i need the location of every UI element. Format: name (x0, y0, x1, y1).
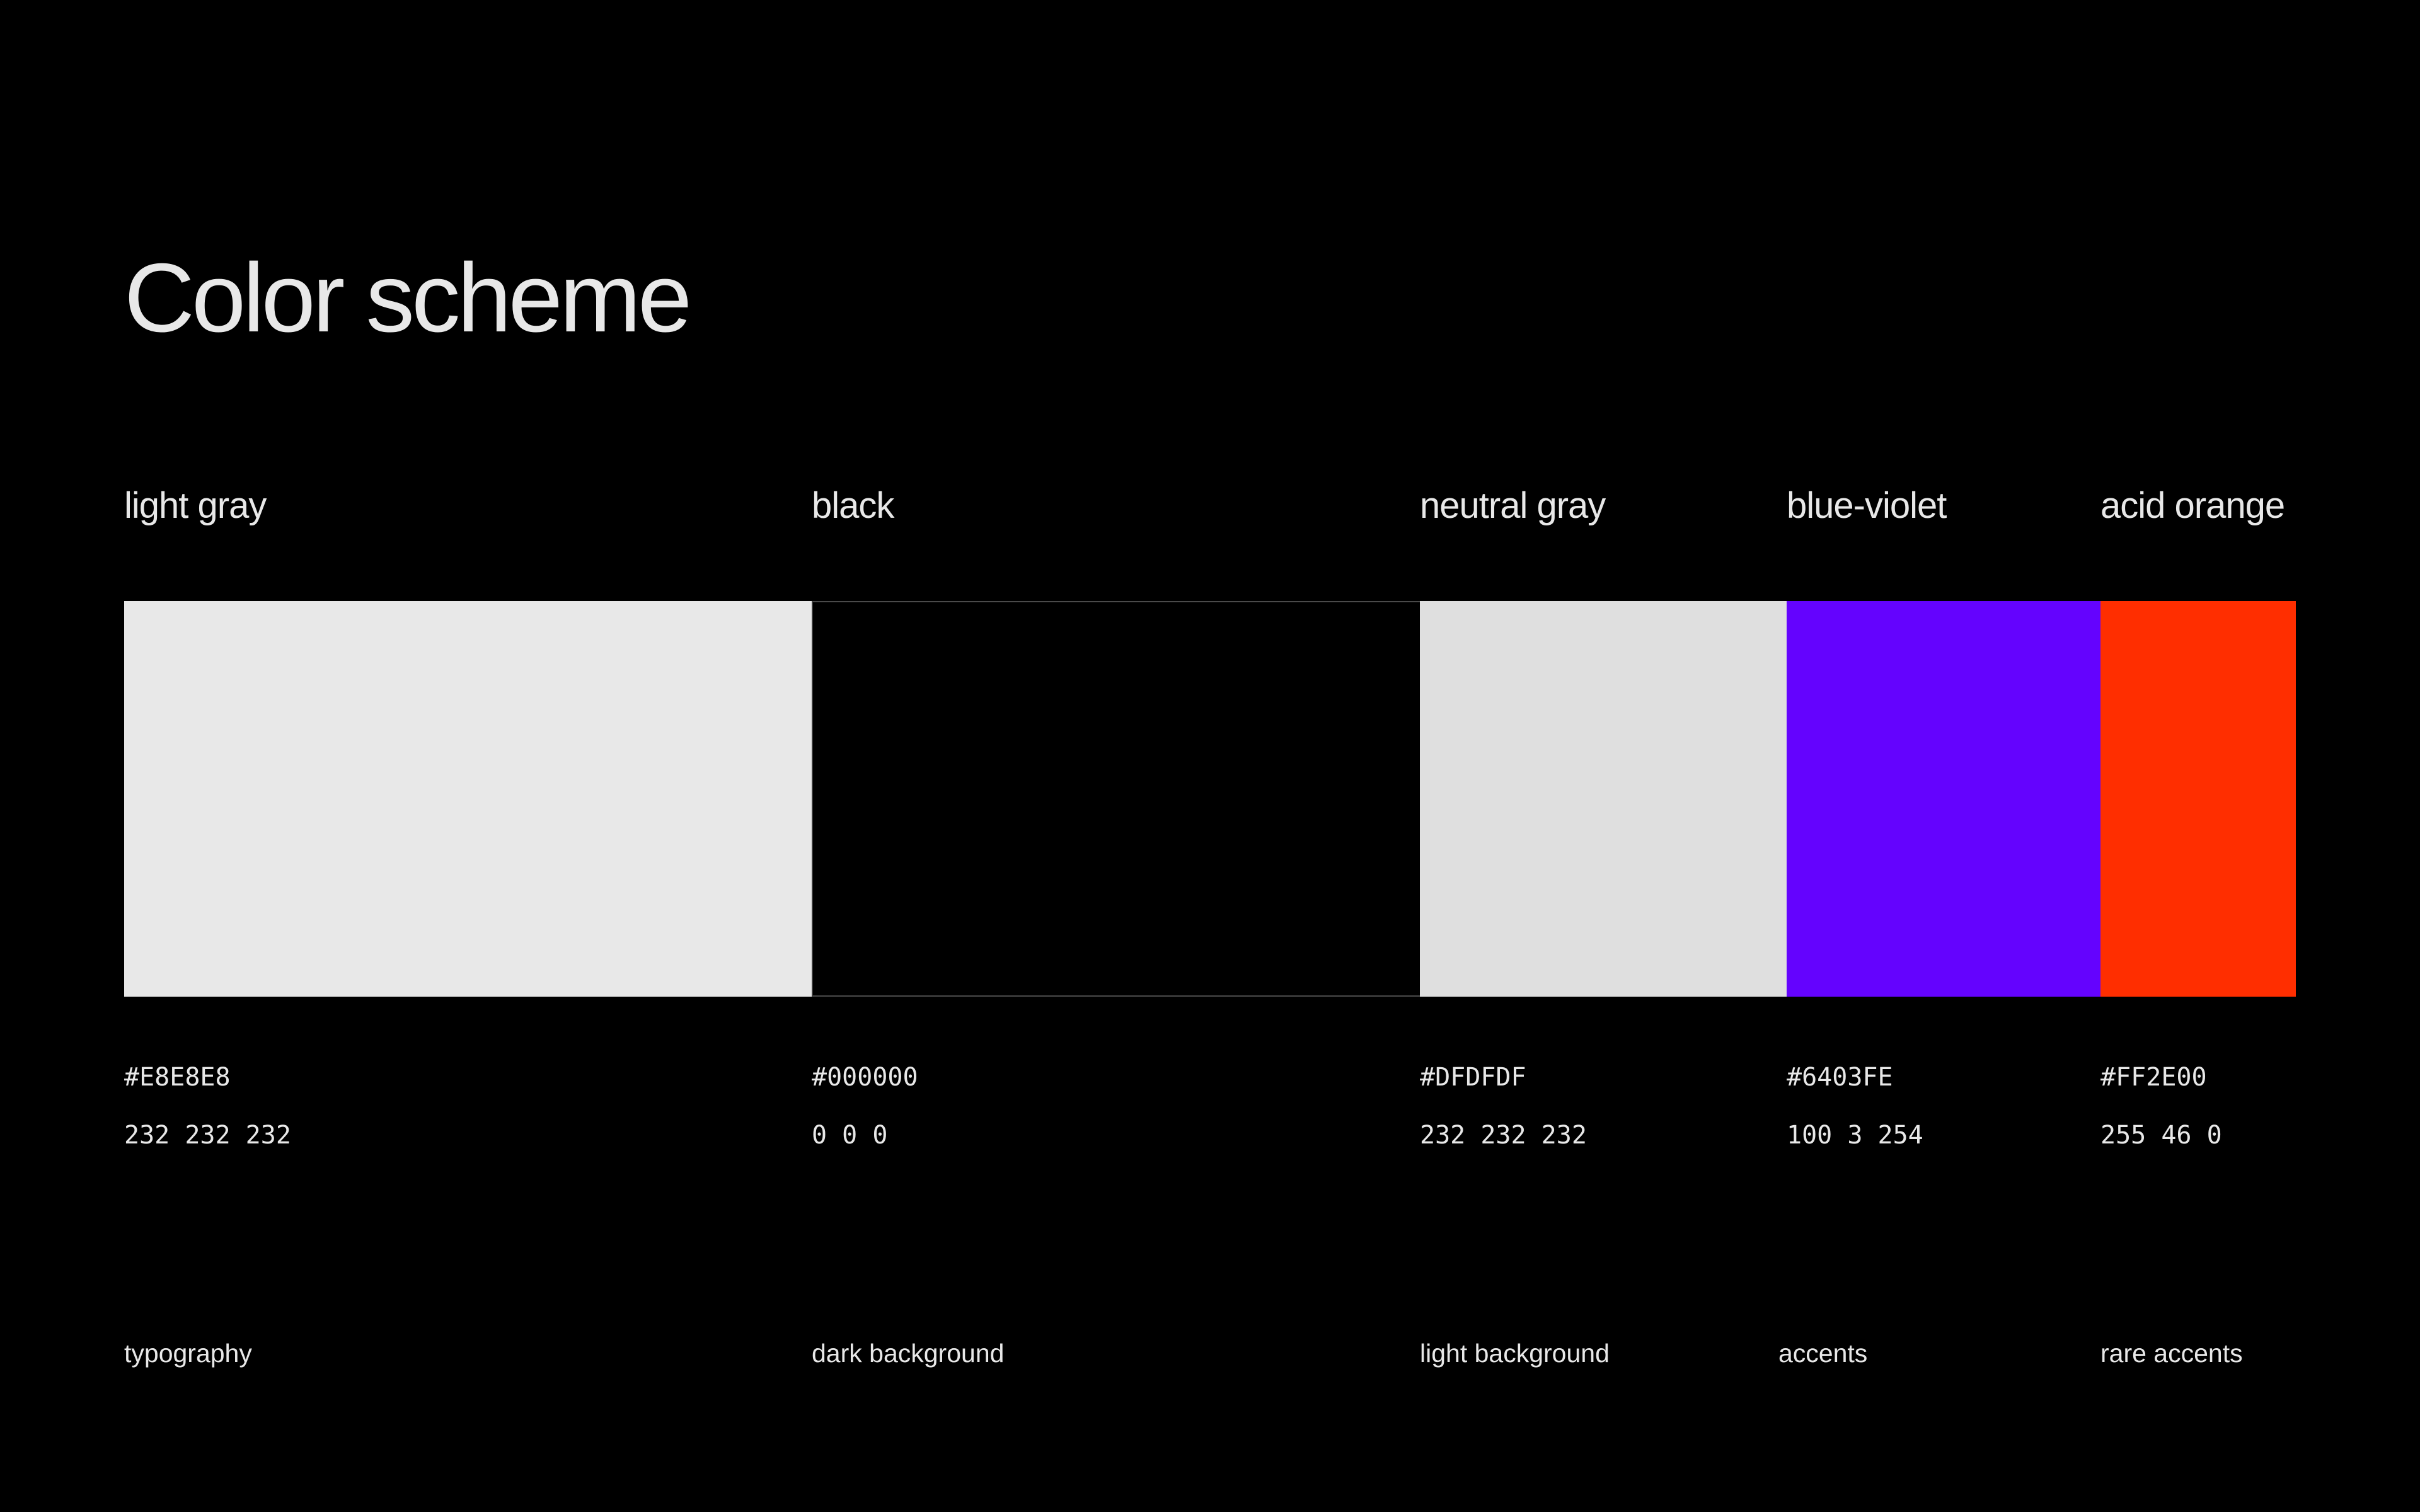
color-name-black: black (812, 485, 894, 526)
hex-code-neutral-gray: #DFDFDF (1420, 1063, 1526, 1092)
color-name-acid-orange: acid orange (2100, 485, 2285, 526)
swatch-neutral-gray (1420, 601, 1787, 997)
page-title: Color scheme (124, 243, 692, 352)
hex-code-acid-orange: #FF2E00 (2100, 1063, 2207, 1092)
hex-code-black: #000000 (812, 1063, 918, 1092)
swatch-acid-orange (2100, 601, 2296, 997)
hex-code-light-gray: #E8E8E8 (124, 1063, 231, 1092)
color-name-blue-violet: blue-violet (1787, 485, 1947, 526)
rgb-code-acid-orange: 255 46 0 (2100, 1121, 2222, 1150)
usage-label-acid-orange: rare accents (2100, 1339, 2243, 1368)
usage-label-light-gray: typography (124, 1339, 252, 1368)
hex-code-blue-violet: #6403FE (1787, 1063, 1893, 1092)
rgb-code-neutral-gray: 232 232 232 (1420, 1121, 1587, 1150)
rgb-code-light-gray: 232 232 232 (124, 1121, 291, 1150)
usage-label-black: dark background (812, 1339, 1005, 1368)
swatch-light-gray (124, 601, 812, 997)
rgb-code-blue-violet: 100 3 254 (1787, 1121, 1923, 1150)
usage-label-neutral-gray: light background (1420, 1339, 1610, 1368)
usage-label-blue-violet: accents (1778, 1339, 1868, 1368)
color-name-neutral-gray: neutral gray (1420, 485, 1606, 526)
swatch-blue-violet (1787, 601, 2100, 997)
swatch-black (812, 601, 1420, 997)
rgb-code-black: 0 0 0 (812, 1121, 888, 1150)
color-name-light-gray: light gray (124, 485, 267, 526)
